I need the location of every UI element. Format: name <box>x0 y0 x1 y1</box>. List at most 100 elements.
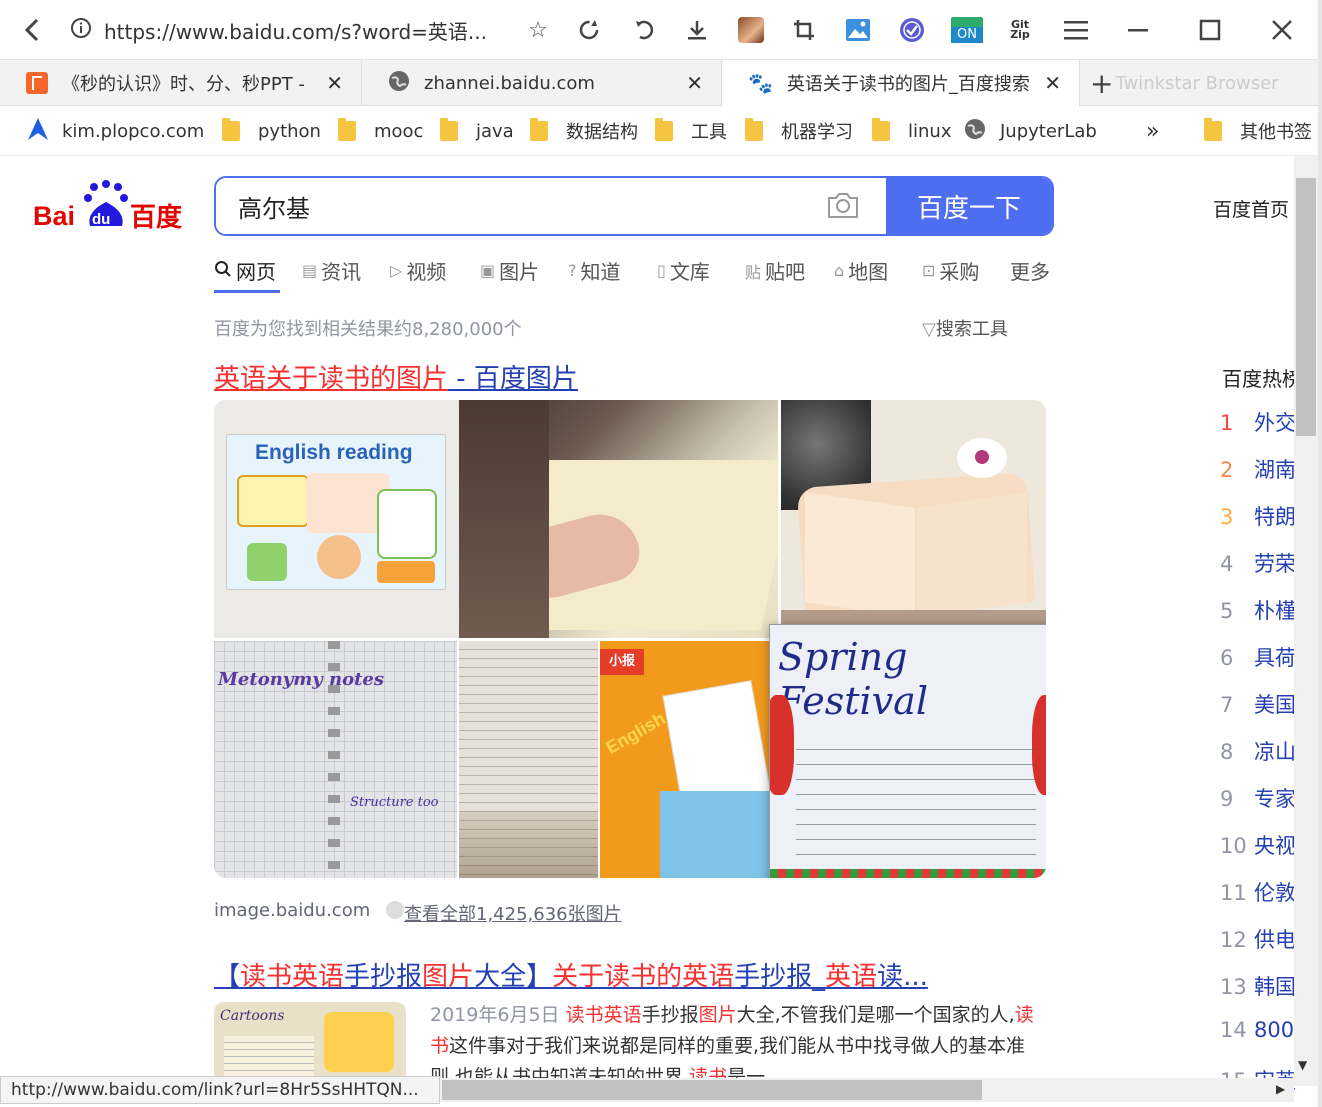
scroll-down-arrow-icon[interactable]: ▼ <box>1298 1058 1307 1072</box>
image-hand-on-book[interactable] <box>459 400 778 638</box>
tab-news[interactable]: ▤ 资讯 <box>302 256 361 285</box>
info-icon[interactable] <box>70 17 92 44</box>
baidu-home-link[interactable]: 百度首页 <box>1213 195 1289 222</box>
hot-list-item[interactable]: 3 特朗 <box>1220 501 1300 531</box>
hot-item-title: 朴槿 <box>1254 599 1296 623</box>
result-2-thumbnail[interactable]: Cartoons <box>214 1002 406 1082</box>
maximize-icon[interactable] <box>1196 16 1224 44</box>
baidu-logo[interactable]: Bai du 百度 <box>30 180 190 236</box>
tab-baidu-search[interactable]: 🐾 英语关于读书的图片_百度搜索 ✕ <box>722 60 1080 107</box>
tab-wenku[interactable]: ▯ 文库 <box>657 256 710 285</box>
hot-list-item[interactable]: 10 央视 <box>1220 830 1300 860</box>
tab-close-icon[interactable]: ✕ <box>686 71 703 95</box>
bookmarks-bar: kim.plopco.com python mooc java 数据结构 工具 … <box>0 106 1322 156</box>
hot-list-item[interactable]: 8 凉山 <box>1220 736 1300 766</box>
image-spring-festival[interactable]: Spring Festival <box>769 624 1046 878</box>
bookmark-tools[interactable]: 工具 <box>655 118 727 144</box>
hot-list-item[interactable]: 5 朴槿 <box>1220 595 1300 625</box>
gitzip-icon[interactable]: Git Zip <box>1006 16 1034 44</box>
tab-ppt[interactable]: 《秒的认识》时、分、秒PPT - ✕ <box>0 60 362 106</box>
close-icon[interactable] <box>1268 16 1296 44</box>
image-metonymy-notes[interactable]: Metonymy notes Structure too <box>214 641 457 878</box>
crop-icon[interactable] <box>790 16 818 44</box>
bookmark-kim[interactable]: kim.plopco.com <box>28 117 204 144</box>
bookmark-linux[interactable]: linux <box>872 118 951 144</box>
result-1-title-link[interactable]: 英语关于读书的图片 - 百度图片 <box>214 358 578 395</box>
hot-list-item[interactable]: 9 专家 <box>1220 783 1300 813</box>
menu-icon[interactable] <box>1062 16 1090 44</box>
globe-icon <box>388 70 410 97</box>
address-bar[interactable]: https://www.baidu.com/s?word=英语... <box>60 8 510 52</box>
minimize-icon[interactable] <box>1124 16 1152 44</box>
hot-list-item[interactable]: 11 伦敦 <box>1220 877 1300 907</box>
image-worksheet[interactable] <box>459 641 598 878</box>
hot-rank-number: 8 <box>1220 740 1234 764</box>
tab-video[interactable]: ▷ 视频 <box>390 256 446 285</box>
bookmark-python[interactable]: python <box>222 118 321 144</box>
tieba-icon: 贴 <box>745 262 762 282</box>
hot-rank-number: 12 <box>1220 928 1247 952</box>
image-book-orchid[interactable] <box>781 400 1046 638</box>
star-icon[interactable]: ☆ <box>524 16 552 44</box>
tab-close-icon[interactable]: ✕ <box>1044 71 1061 95</box>
hot-list-item[interactable]: 2 湖南 <box>1220 454 1300 484</box>
hot-list-item[interactable]: 6 具荷 <box>1220 642 1300 672</box>
avatar-icon[interactable] <box>737 16 765 44</box>
bookmark-other[interactable]: 其他书签 <box>1204 118 1312 144</box>
tab-web[interactable]: 网页 <box>214 256 276 285</box>
plus-icon: + <box>1090 66 1114 100</box>
hot-rank-number: 3 <box>1220 505 1234 529</box>
bookmark-mooc[interactable]: mooc <box>338 118 423 144</box>
image-english-reading[interactable]: English reading <box>214 400 459 638</box>
check-icon[interactable] <box>898 16 926 44</box>
tab-map[interactable]: ⌂ 地图 <box>834 256 888 285</box>
download-icon[interactable] <box>683 16 711 44</box>
horizontal-scroll-thumb[interactable] <box>442 1080 982 1100</box>
tab-shopping[interactable]: ⊡ 采购 <box>922 256 979 285</box>
hot-item-title: 专家 <box>1254 787 1296 811</box>
tab-more[interactable]: 更多 <box>1010 256 1050 285</box>
hot-list-item[interactable]: 4 劳荣 <box>1220 548 1300 578</box>
verified-icon <box>385 901 404 919</box>
hot-list-item[interactable]: 13 韩国 <box>1220 971 1300 1001</box>
view-all-images-link[interactable]: 查看全部1,425,636张图片 <box>404 900 622 926</box>
folder-icon <box>655 118 673 141</box>
undo-icon[interactable] <box>630 16 658 44</box>
new-tab-button[interactable]: + Twinkstar Browser <box>1080 60 1322 106</box>
url-text[interactable]: https://www.baidu.com/s?word=英语... <box>104 16 487 45</box>
folder-icon <box>745 118 763 141</box>
vertical-scroll-thumb[interactable] <box>1296 178 1316 436</box>
search-button[interactable]: 百度一下 <box>886 178 1052 234</box>
tab-close-icon[interactable]: ✕ <box>326 71 343 95</box>
on-icon[interactable]: ON <box>950 16 984 44</box>
tab-zhannei[interactable]: zhannei.baidu.com ✕ <box>362 60 722 106</box>
result-date: 2019年6月5日 <box>430 1004 566 1026</box>
image-english-book[interactable]: 小报 English book <box>600 641 770 878</box>
hot-list-item[interactable]: 1 外交 <box>1220 407 1300 437</box>
title-segment: 图片 <box>422 962 475 992</box>
tab-tieba[interactable]: 贴贴吧 <box>745 256 805 285</box>
bag-icon: ⊡ <box>922 261 936 280</box>
result-2-title-link[interactable]: 【读书英语手抄报图片大全】关于读书的英语手抄报_英语读... <box>214 956 928 993</box>
more-bookmarks-chevron-icon[interactable]: » <box>1146 118 1159 144</box>
search-input[interactable] <box>216 178 886 234</box>
scroll-right-arrow-icon[interactable]: ▶ <box>1276 1082 1285 1096</box>
camera-icon[interactable] <box>826 190 860 220</box>
folder-icon <box>872 118 890 141</box>
video-icon: ▷ <box>390 261 403 280</box>
refresh-icon[interactable] <box>575 16 603 44</box>
hot-list-item[interactable]: 148000 <box>1220 1018 1300 1048</box>
hot-list-item[interactable]: 7 美国 <box>1220 689 1300 719</box>
hot-list-item[interactable]: 12 供电 <box>1220 924 1300 954</box>
search-icon <box>214 259 232 283</box>
image-icon[interactable] <box>844 16 872 44</box>
bookmark-java[interactable]: java <box>440 118 514 144</box>
search-tools-button[interactable]: ▽搜索工具 <box>922 315 1008 341</box>
bookmark-data-structures[interactable]: 数据结构 <box>530 118 638 144</box>
back-icon[interactable] <box>18 16 46 44</box>
bookmark-jupyterlab[interactable]: JupyterLab <box>964 118 1097 144</box>
tab-images[interactable]: ▣ 图片 <box>480 256 539 285</box>
hot-item-title: 特朗 <box>1254 505 1296 529</box>
tab-zhidao[interactable]: ? 知道 <box>568 256 621 285</box>
bookmark-ml[interactable]: 机器学习 <box>745 118 853 144</box>
